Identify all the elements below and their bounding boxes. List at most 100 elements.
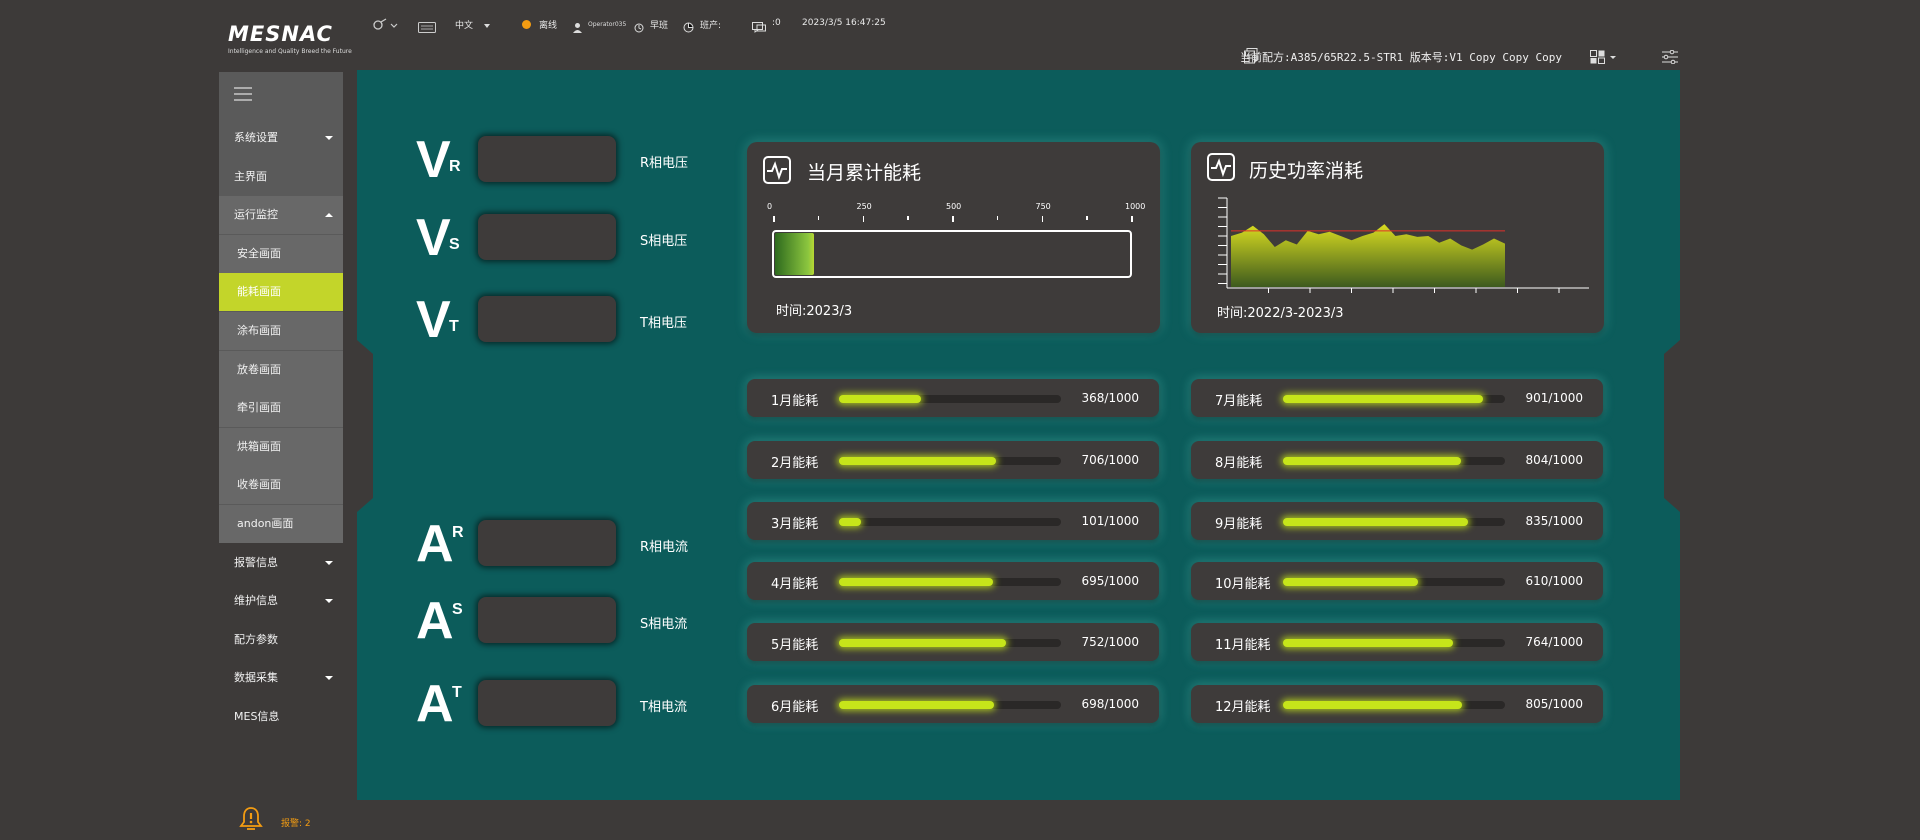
current-subscript: S xyxy=(452,601,463,618)
scale-tick-mark xyxy=(1131,216,1133,222)
month-label: 12月能耗 xyxy=(1215,700,1271,715)
month-energy-row: 9月能耗 835/1000 xyxy=(1191,502,1603,540)
sidebar-item[interactable]: 能耗画面 xyxy=(219,273,343,312)
month-label: 4月能耗 xyxy=(771,577,819,592)
settings-sliders-icon[interactable] xyxy=(1662,49,1678,65)
sidebar-item[interactable]: 主界面 xyxy=(219,158,343,196)
chevron-down-icon xyxy=(483,23,490,28)
month-energy-row: 2月能耗 706/1000 xyxy=(747,441,1159,479)
message-count: :0 xyxy=(772,18,781,28)
month-label: 10月能耗 xyxy=(1215,577,1271,592)
current-symbol: A xyxy=(416,592,454,650)
month-progress-fill xyxy=(839,701,994,709)
month-value: 764/1000 xyxy=(1525,635,1584,649)
layout-grid-icon[interactable] xyxy=(1590,49,1618,64)
month-value: 706/1000 xyxy=(1081,453,1140,467)
sidebar-item[interactable]: andon画面 xyxy=(219,505,343,543)
chevron-down-icon xyxy=(325,599,333,604)
month-progress-track xyxy=(1283,639,1505,647)
sidebar-item-label: 烘箱画面 xyxy=(237,439,281,453)
voltage-label: R相电压 xyxy=(640,156,689,171)
sidebar-item[interactable]: 系统设置 xyxy=(219,119,343,157)
month-progress-track xyxy=(1283,701,1505,709)
chevron-down-icon xyxy=(325,136,333,140)
month-value: 698/1000 xyxy=(1081,697,1140,711)
sidebar-item[interactable]: 放卷画面 xyxy=(219,350,343,389)
month-energy-row: 11月能耗 764/1000 xyxy=(1191,623,1603,661)
month-energy-row: 3月能耗 101/1000 xyxy=(747,502,1159,540)
logo: MESNAC xyxy=(228,22,333,46)
month-progress-track xyxy=(1283,578,1505,586)
voltage-readout xyxy=(478,214,616,260)
message-icon[interactable] xyxy=(752,18,766,33)
sidebar-item[interactable]: 安全画面 xyxy=(219,234,343,273)
hamburger-menu-icon[interactable] xyxy=(234,86,252,101)
current-symbol: A xyxy=(416,515,454,573)
keyboard-icon[interactable] xyxy=(418,18,436,33)
month-progress-fill xyxy=(839,395,921,403)
voltage-subscript: R xyxy=(449,158,461,175)
sidebar-item-label: 系统设置 xyxy=(234,131,278,144)
month-progress-fill xyxy=(839,578,994,586)
current-label: R相电流 xyxy=(640,540,689,555)
month-progress-track xyxy=(839,395,1061,403)
scale-tick-mark xyxy=(1041,216,1043,222)
sidebar-item[interactable]: 数据采集 xyxy=(219,659,343,697)
status-dot xyxy=(522,20,531,29)
month-progress-fill xyxy=(1283,395,1484,403)
current-recipe: 当前配方:A385/65R22.5-STR1 版本号:V1 Copy Copy … xyxy=(1239,51,1562,64)
month-label: 11月能耗 xyxy=(1215,638,1271,653)
sidebar-item[interactable]: 运行监控 xyxy=(219,196,343,235)
sidebar-item-label: 涂布画面 xyxy=(237,324,281,337)
month-progress-track xyxy=(839,578,1061,586)
month-progress-fill xyxy=(839,518,862,526)
month-energy-row: 6月能耗 698/1000 xyxy=(747,685,1159,723)
shift-label: 早班 xyxy=(650,21,669,31)
sidebar-item-label: 维护信息 xyxy=(234,594,278,608)
month-energy-row: 5月能耗 752/1000 xyxy=(747,623,1159,661)
month-progress-fill xyxy=(839,639,1006,647)
month-progress-fill xyxy=(839,457,996,465)
voltage-readout xyxy=(478,136,616,182)
tool-icon[interactable] xyxy=(372,17,398,31)
sidebar-item-label: 主界面 xyxy=(234,169,267,183)
monthly-progress-fill xyxy=(775,233,814,275)
scale-tick-mark xyxy=(952,216,954,222)
sidebar-item[interactable]: MES信息 xyxy=(219,698,343,736)
sidebar-item[interactable]: 涂布画面 xyxy=(219,312,343,350)
month-label: 6月能耗 xyxy=(771,700,819,715)
sidebar-item[interactable]: 报警信息 xyxy=(219,544,343,582)
month-progress-track xyxy=(839,639,1061,647)
history-power-card: 历史功率消耗 时间:2022/3-2023/3 xyxy=(1191,142,1604,333)
scale-tick-label: 1000 xyxy=(1125,202,1146,211)
month-value: 804/1000 xyxy=(1525,453,1584,467)
sidebar-item[interactable]: 收卷画面 xyxy=(219,466,343,505)
alarm-bell-icon[interactable] xyxy=(238,806,264,832)
current-subscript: R xyxy=(452,524,464,541)
sidebar-item-label: 牵引画面 xyxy=(237,401,281,415)
language-select[interactable]: 中文 xyxy=(455,18,490,31)
voltage-readout xyxy=(478,296,616,342)
monthly-consumption-title: 当月累计能耗 xyxy=(807,162,922,184)
panel-notch-right xyxy=(1664,340,1680,512)
datetime: 2023/3/5 16:47:25 xyxy=(802,18,886,28)
scale-tick-label: 500 xyxy=(946,202,962,211)
scale-tick-label: 250 xyxy=(856,202,872,211)
sidebar-item-label: 放卷画面 xyxy=(237,362,281,376)
chevron-up-icon xyxy=(325,213,333,218)
month-label: 8月能耗 xyxy=(1215,456,1263,471)
month-value: 752/1000 xyxy=(1081,635,1140,649)
month-energy-row: 10月能耗 610/1000 xyxy=(1191,562,1603,600)
chevron-down-icon xyxy=(325,676,333,681)
sidebar-item-label: 配方参数 xyxy=(234,632,278,646)
user-name: Operator035 xyxy=(588,21,627,28)
month-progress-fill xyxy=(1283,578,1419,586)
sidebar-item[interactable]: 烘箱画面 xyxy=(219,427,343,466)
sidebar-item[interactable]: 配方参数 xyxy=(219,621,343,659)
voltage-subscript: S xyxy=(449,236,460,253)
history-area-chart xyxy=(1218,197,1589,293)
sidebar-item[interactable]: 牵引画面 xyxy=(219,389,343,428)
sidebar-item-label: MES信息 xyxy=(234,710,280,723)
chart-pulse-icon xyxy=(763,156,791,184)
sidebar-item[interactable]: 维护信息 xyxy=(219,582,343,620)
